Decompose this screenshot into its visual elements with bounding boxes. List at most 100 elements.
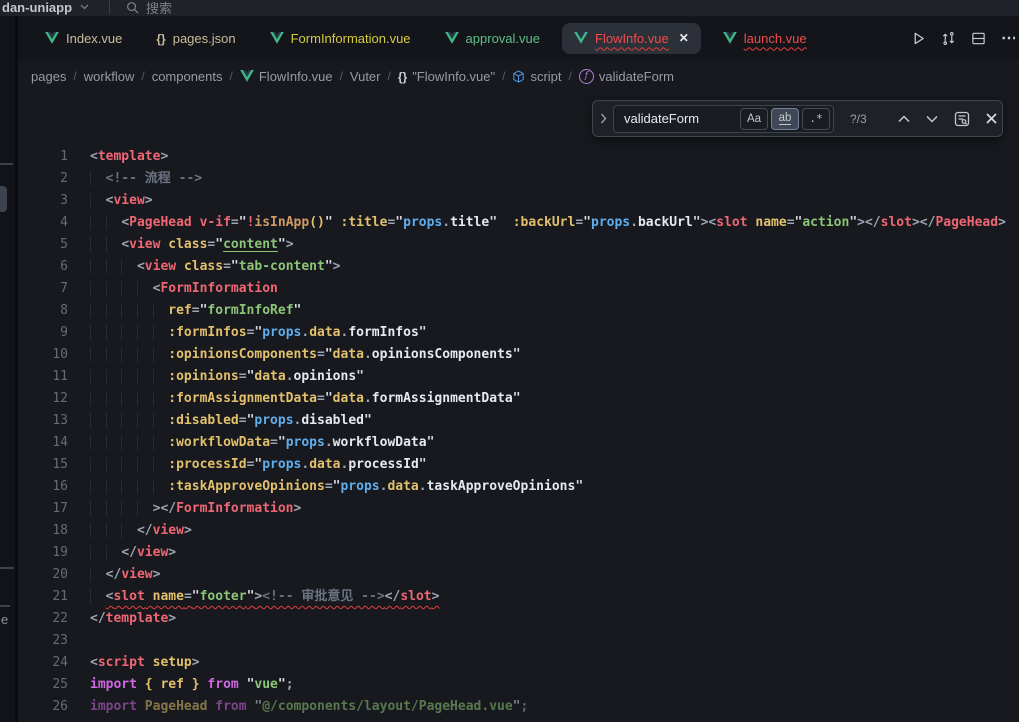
close-tab-icon[interactable]: ✕ — [679, 31, 689, 45]
breadcrumb-separator: / — [141, 69, 144, 83]
code-line-content: <FormInformation — [90, 278, 278, 300]
code-line-8[interactable]: 8 ref="formInfoRef" — [18, 300, 1019, 322]
code-line-9[interactable]: 9 :formInfos="props.data.formInfos" — [18, 322, 1019, 344]
line-number: 2 — [18, 168, 68, 190]
breadcrumb-label: FlowInfo.vue — [259, 69, 333, 84]
code-line-10[interactable]: 10 :opinionsComponents="data.opinionsCom… — [18, 344, 1019, 366]
code-line-content: :formAssignmentData="data.formAssignment… — [90, 388, 521, 410]
line-number: 16 — [18, 476, 68, 498]
line-number: 6 — [18, 256, 68, 278]
module-icon — [512, 70, 525, 83]
breadcrumb-label: "FlowInfo.vue" — [412, 69, 495, 84]
code-line-content: <template> — [90, 146, 168, 168]
split-editor-icon[interactable] — [971, 31, 986, 46]
code-line-content: </template> — [90, 608, 176, 630]
breadcrumb-separator: / — [569, 69, 572, 83]
line-number: 15 — [18, 454, 68, 476]
breadcrumb-separator: / — [73, 69, 76, 83]
line-number: 19 — [18, 542, 68, 564]
code-line-2[interactable]: 2 <!-- 流程 --> — [18, 168, 1019, 190]
code-line-19[interactable]: 19 </view> — [18, 542, 1019, 564]
tab-launch.vue[interactable]: launch.vue — [706, 16, 824, 60]
code-line-5[interactable]: 5 <view class="content"> — [18, 234, 1019, 256]
code-editor[interactable]: 1<template>2 <!-- 流程 -->3 <view>4 <PageH… — [18, 146, 1019, 722]
regex-button[interactable]: .* — [802, 108, 830, 130]
line-number: 1 — [18, 146, 68, 168]
code-line-content: import PageHead from "@/components/layou… — [90, 696, 528, 718]
code-line-12[interactable]: 12 :formAssignmentData="data.formAssignm… — [18, 388, 1019, 410]
caret-down-icon[interactable] — [80, 4, 89, 10]
code-line-18[interactable]: 18 </view> — [18, 520, 1019, 542]
breadcrumb-item-components[interactable]: components — [152, 69, 223, 84]
code-line-15[interactable]: 15 :processId="props.data.processId" — [18, 454, 1019, 476]
vue-icon — [723, 32, 737, 44]
code-line-14[interactable]: 14 :workflowData="props.workflowData" — [18, 432, 1019, 454]
code-line-26[interactable]: 26import PageHead from "@/components/lay… — [18, 696, 1019, 718]
breadcrumb-label: validateForm — [599, 69, 674, 84]
cropped-line — [0, 163, 13, 165]
arrow-swap-icon[interactable] — [941, 31, 956, 46]
code-line-11[interactable]: 11 :opinions="data.opinions" — [18, 366, 1019, 388]
find-input[interactable] — [616, 110, 737, 127]
code-line-25[interactable]: 25import { ref } from "vue"; — [18, 674, 1019, 696]
find-widget: Aaab.* ?/3 — [592, 100, 1003, 137]
code-line-13[interactable]: 13 :disabled="props.disabled" — [18, 410, 1019, 432]
tab-pages.json[interactable]: {}pages.json — [139, 16, 252, 60]
global-search[interactable]: 搜索 — [126, 0, 172, 16]
titlebar-divider — [109, 0, 110, 14]
project-name[interactable]: dan-uniapp — [2, 0, 72, 15]
breadcrumb-item-validateForm[interactable]: fvalidateForm — [579, 69, 674, 84]
tab-FormInformation.vue[interactable]: FormInformation.vue — [253, 16, 428, 60]
code-line-7[interactable]: 7 <FormInformation — [18, 278, 1019, 300]
code-line-content: <PageHead v-if="!isInApp()" :title="prop… — [90, 212, 1006, 234]
vue-icon — [240, 70, 254, 82]
editor-actions: ⋯ — [911, 16, 1019, 60]
code-line-21[interactable]: 21 <slot name="footer"><!-- 审批意见 --></sl… — [18, 586, 1019, 608]
search-icon — [126, 1, 139, 14]
tab-FlowInfo.vue[interactable]: FlowInfo.vue✕ — [562, 23, 701, 54]
code-line-content: <!-- 流程 --> — [90, 168, 202, 190]
cropped-text: e — [1, 612, 8, 627]
breadcrumb-separator: / — [230, 69, 233, 83]
line-number: 8 — [18, 300, 68, 322]
breadcrumb-item-script[interactable]: script — [512, 69, 561, 84]
breadcrumb-item-workflow[interactable]: workflow — [84, 69, 135, 84]
code-line-6[interactable]: 6 <view class="tab-content"> — [18, 256, 1019, 278]
run-icon[interactable] — [911, 31, 926, 46]
code-line-22[interactable]: 22</template> — [18, 608, 1019, 630]
whole-word-button[interactable]: ab — [771, 108, 799, 130]
code-line-content: </view> — [90, 520, 192, 542]
match-case-button[interactable]: Aa — [740, 108, 768, 130]
code-line-16[interactable]: 16 :taskApproveOpinions="props.data.task… — [18, 476, 1019, 498]
code-line-3[interactable]: 3 <view> — [18, 190, 1019, 212]
code-line-24[interactable]: 24<script setup> — [18, 652, 1019, 674]
breadcrumb-item-FlowInfo.vue[interactable]: {}"FlowInfo.vue" — [398, 69, 495, 84]
code-line-4[interactable]: 4 <PageHead v-if="!isInApp()" :title="pr… — [18, 212, 1019, 234]
close-find-button[interactable] — [986, 113, 997, 124]
vue-icon — [270, 32, 284, 44]
next-match-button[interactable] — [926, 115, 938, 123]
vue-icon — [45, 32, 59, 44]
line-number: 5 — [18, 234, 68, 256]
breadcrumb-item-Vuter[interactable]: Vuter — [350, 69, 381, 84]
code-line-20[interactable]: 20 </view> — [18, 564, 1019, 586]
breadcrumb-item-pages[interactable]: pages — [31, 69, 66, 84]
code-line-17[interactable]: 17 ></FormInformation> — [18, 498, 1019, 520]
code-line-1[interactable]: 1 <template> — [18, 146, 1019, 168]
find-in-selection-button[interactable] — [954, 111, 970, 127]
tab-approval.vue[interactable]: approval.vue — [428, 16, 557, 60]
line-number: 12 — [18, 388, 68, 410]
breadcrumb-separator: / — [388, 69, 391, 83]
previous-match-button[interactable] — [898, 115, 910, 123]
line-number: 24 — [18, 652, 68, 674]
toggle-replace-chevron-icon[interactable] — [593, 113, 613, 124]
tab-Index.vue[interactable]: Index.vue — [28, 16, 139, 60]
more-actions-icon[interactable]: ⋯ — [1001, 28, 1015, 48]
code-line-content: :workflowData="props.workflowData" — [90, 432, 434, 454]
code-line-23[interactable]: 23 — [18, 630, 1019, 652]
json-braces-icon: {} — [156, 31, 165, 46]
line-number: 17 — [18, 498, 68, 520]
left-cropped-strip: e — [0, 16, 18, 722]
breadcrumb-item-FlowInfo.vue[interactable]: FlowInfo.vue — [240, 69, 333, 84]
find-input-box: Aaab.* — [613, 105, 834, 133]
